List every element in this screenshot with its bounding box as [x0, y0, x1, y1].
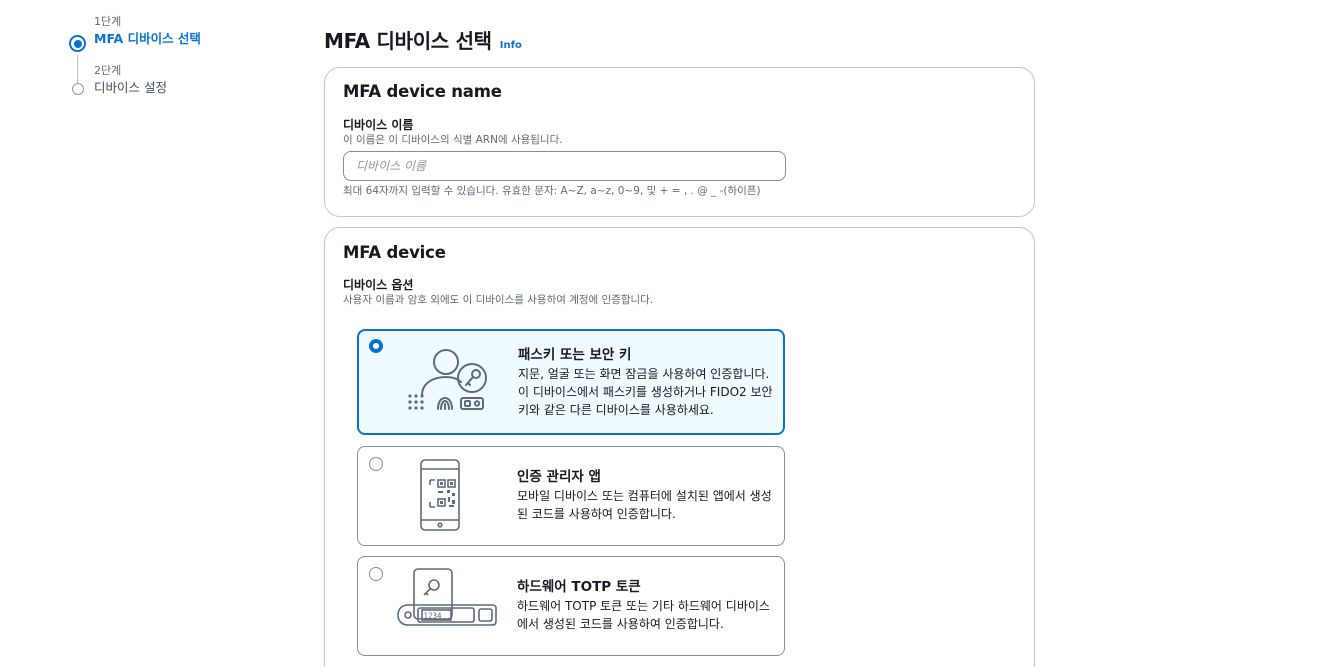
mfa-device-section-title: MFA device: [343, 243, 446, 262]
step-1-number: 1단계: [94, 15, 122, 28]
step-1-title[interactable]: MFA 디바이스 선택: [94, 30, 288, 48]
step-2-number: 2단계: [94, 64, 122, 77]
radio-hardware-totp[interactable]: [369, 567, 383, 581]
device-name-label: 디바이스 이름: [343, 118, 414, 132]
authenticator-app-icon: [420, 459, 460, 531]
option-description-hardware-totp: 하드웨어 TOTP 토큰 또는 기타 하드웨어 디바이스에서 생성된 코드를 사…: [517, 599, 770, 631]
device-options-description: 사용자 이름과 암호 외에도 이 디바이스를 사용하여 계정에 인증합니다.: [343, 294, 654, 306]
step-2-title: 디바이스 설정: [94, 80, 167, 95]
option-description-passkey: 지문, 얼굴 또는 화면 잠금을 사용하여 인증합니다. 이 디바이스에서 패스…: [518, 367, 773, 417]
wizard-stepper: 1단계 MFA 디바이스 선택 2단계 디바이스 설정: [68, 14, 288, 97]
option-title-passkey: 패스키 또는 보안 키: [518, 347, 632, 363]
passkey-security-key-icon: [408, 349, 487, 410]
hardware-totp-token-icon: 1234: [397, 568, 497, 626]
option-tile-passkey[interactable]: 패스키 또는 보안 키 지문, 얼굴 또는 화면 잠금을 사용하여 인증합니다.…: [357, 329, 785, 435]
radio-authenticator[interactable]: [369, 457, 383, 471]
option-description-authenticator: 모바일 디바이스 또는 컴퓨터에 설치된 앱에서 생성된 코드를 사용하여 인증…: [517, 489, 772, 521]
token-display-digits: 1234: [424, 612, 443, 621]
page-heading: MFA 디바이스 선택 Info: [324, 25, 522, 54]
device-name-constraint: 최대 64자까지 입력할 수 있습니다. 유효한 문자: A~Z, a~z, 0…: [343, 185, 761, 197]
device-name-container: MFA device name 디바이스 이름 이 이름은 이 디바이스의 식별…: [324, 67, 1035, 217]
step-1-active-indicator-icon: [69, 35, 86, 52]
option-title-hardware-totp: 하드웨어 TOTP 토큰: [517, 579, 641, 595]
device-name-description: 이 이름은 이 디바이스의 식별 ARN에 사용됩니다.: [343, 134, 563, 146]
device-options-label: 디바이스 옵션: [343, 278, 414, 292]
device-name-input[interactable]: [343, 151, 786, 181]
device-name-section-title: MFA device name: [343, 82, 502, 101]
option-tile-hardware-totp[interactable]: 1234 하드웨어 TOTP 토큰 하드웨어 TOTP 토큰 또는 기타 하드웨…: [357, 556, 785, 656]
option-title-authenticator: 인증 관리자 앱: [517, 469, 601, 485]
info-link[interactable]: Info: [500, 40, 522, 51]
option-tile-authenticator[interactable]: 인증 관리자 앱 모바일 디바이스 또는 컴퓨터에 설치된 앱에서 생성된 코드…: [357, 446, 785, 546]
mfa-device-container: MFA device 디바이스 옵션 사용자 이름과 암호 외에도 이 디바이스…: [324, 227, 1035, 667]
step-1[interactable]: 1단계 MFA 디바이스 선택: [68, 14, 288, 52]
page-title: MFA 디바이스 선택: [324, 29, 492, 53]
step-2-inactive-indicator-icon: [72, 83, 84, 95]
radio-passkey[interactable]: [369, 339, 383, 353]
step-2: 2단계 디바이스 설정: [68, 63, 288, 97]
